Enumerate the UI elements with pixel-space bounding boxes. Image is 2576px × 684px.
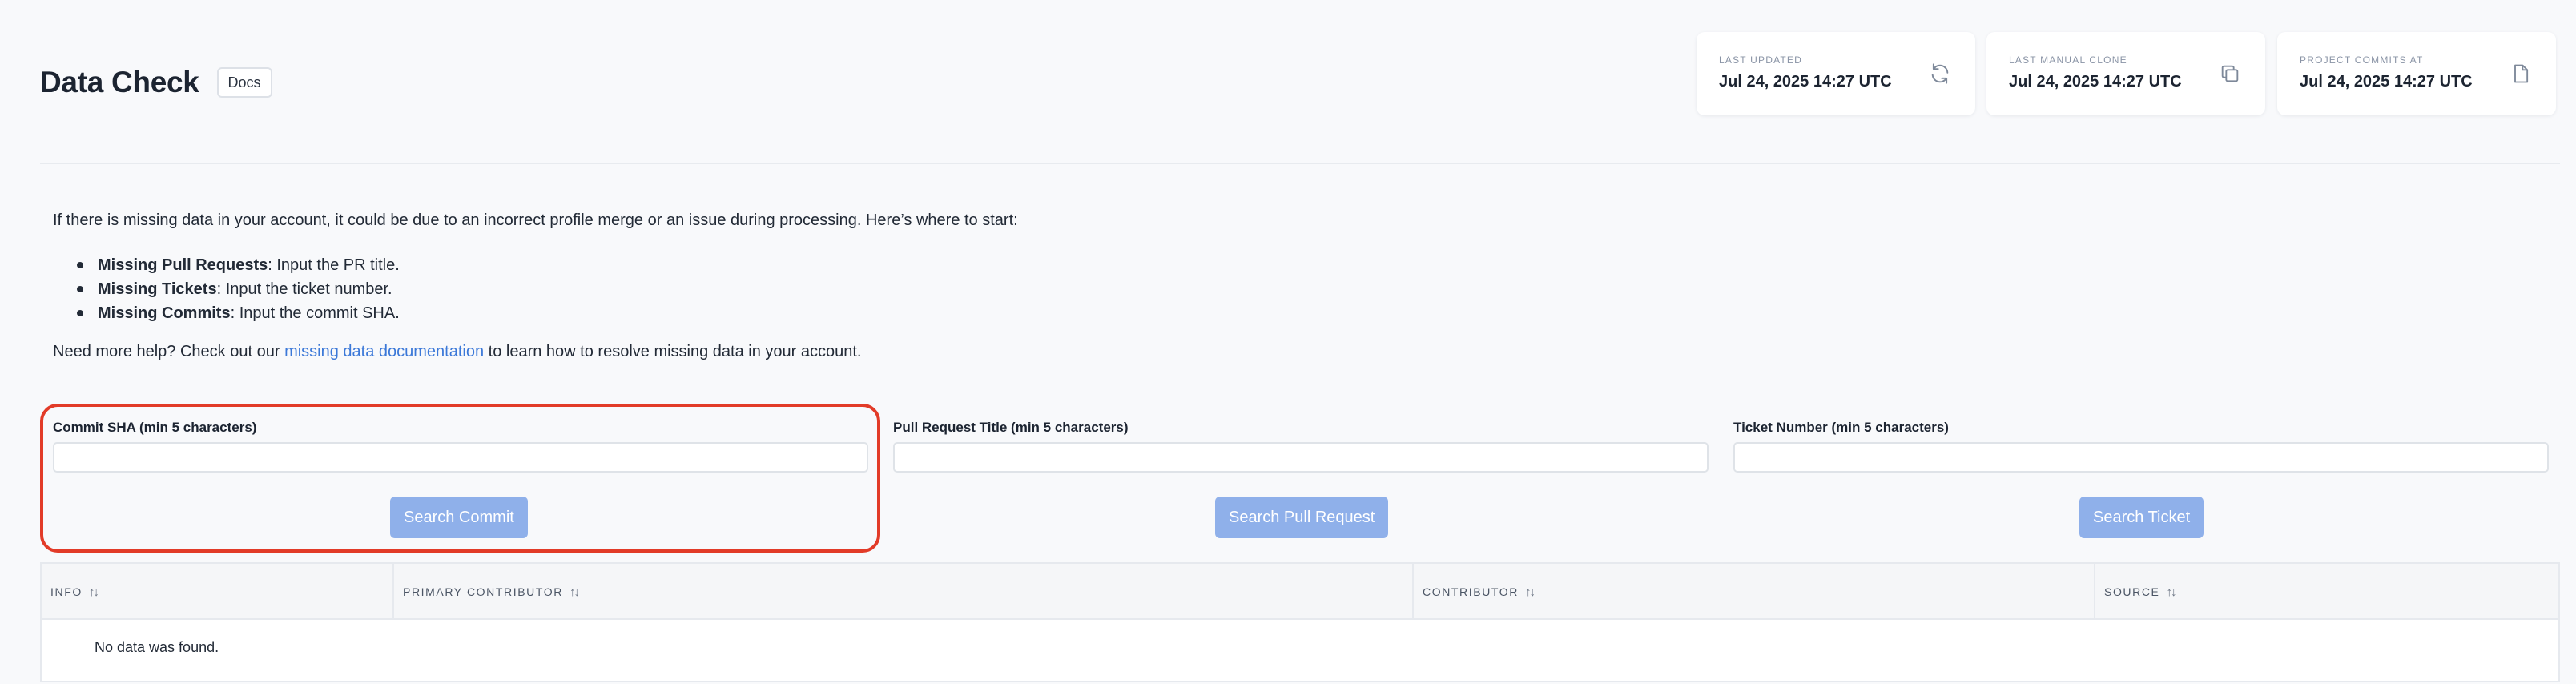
last-manual-clone-card: LAST MANUAL CLONE Jul 24, 2025 14:27 UTC [1986,32,2265,115]
ticket-number-label: Ticket Number (min 5 characters) [1733,420,1949,435]
copy-icon[interactable] [2219,62,2241,85]
column-header-source[interactable]: SOURCE ↑↓ [2095,564,2558,620]
search-pull-request-button[interactable]: Search Pull Request [1215,497,1389,538]
stat-value: Jul 24, 2025 14:27 UTC [2300,73,2473,91]
instruction-list: Missing Pull Requests: Input the PR titl… [77,253,400,325]
help-suffix: to learn how to resolve missing data in … [484,343,862,360]
highlight-box [40,404,880,553]
empty-state-message: No data was found. [95,639,219,655]
stat-label: LAST UPDATED [1719,54,1802,66]
search-ticket-button[interactable]: Search Ticket [2079,497,2204,538]
stat-value: Jul 24, 2025 14:27 UTC [1719,73,1892,91]
pull-request-title-label: Pull Request Title (min 5 characters) [893,420,1129,435]
list-item: Missing Tickets: Input the ticket number… [77,277,400,301]
bullet-title: Missing Pull Requests [98,256,268,274]
bullet-text: : Input the commit SHA. [230,304,400,322]
column-title: INFO [50,585,83,598]
column-title: CONTRIBUTOR [1423,585,1519,598]
refresh-icon[interactable] [1929,62,1951,85]
stat-label: PROJECT COMMITS AT [2300,54,2424,66]
bullet-text: : Input the PR title. [268,256,400,274]
table-header: INFO ↑↓ PRIMARY CONTRIBUTOR ↑↓ CONTRIBUT… [42,564,2558,620]
intro-text: If there is missing data in your account… [53,211,1018,229]
pull-request-title-input[interactable] [893,442,1709,473]
bullet-title: Missing Commits [98,304,231,322]
documentation-link[interactable]: missing data documentation [284,343,484,360]
stat-value: Jul 24, 2025 14:27 UTC [2009,73,2182,91]
sort-icon[interactable]: ↑↓ [570,585,580,599]
data-check-page: Data Check Docs LAST UPDATED Jul 24, 202… [0,0,2576,684]
help-text: Need more help? Check out our missing da… [53,343,861,361]
column-header-primary-contributor[interactable]: PRIMARY CONTRIBUTOR ↑↓ [394,564,1414,620]
bullet-title: Missing Tickets [98,280,217,298]
sort-icon[interactable]: ↑↓ [2167,585,2177,599]
page-title: Data Check [40,66,199,99]
page-header: Data Check Docs [40,66,272,99]
last-updated-card: LAST UPDATED Jul 24, 2025 14:27 UTC [1697,32,1975,115]
help-prefix: Need more help? Check out our [53,343,285,360]
list-item: Missing Commits: Input the commit SHA. [77,301,400,325]
column-title: PRIMARY CONTRIBUTOR [403,585,563,598]
results-table: INFO ↑↓ PRIMARY CONTRIBUTOR ↑↓ CONTRIBUT… [40,562,2560,682]
column-header-info[interactable]: INFO ↑↓ [42,564,394,620]
ticket-number-input[interactable] [1733,442,2549,473]
header-divider [40,163,2560,164]
document-icon[interactable] [2510,62,2532,85]
project-commits-card: PROJECT COMMITS AT Jul 24, 2025 14:27 UT… [2277,32,2556,115]
sort-icon[interactable]: ↑↓ [89,585,99,599]
docs-link[interactable]: Docs [216,67,272,98]
column-header-contributor[interactable]: CONTRIBUTOR ↑↓ [1414,564,2095,620]
list-item: Missing Pull Requests: Input the PR titl… [77,253,400,277]
stat-label: LAST MANUAL CLONE [2009,54,2127,66]
bullet-text: : Input the ticket number. [216,280,392,298]
sort-icon[interactable]: ↑↓ [1525,585,1536,599]
column-title: SOURCE [2104,585,2160,598]
